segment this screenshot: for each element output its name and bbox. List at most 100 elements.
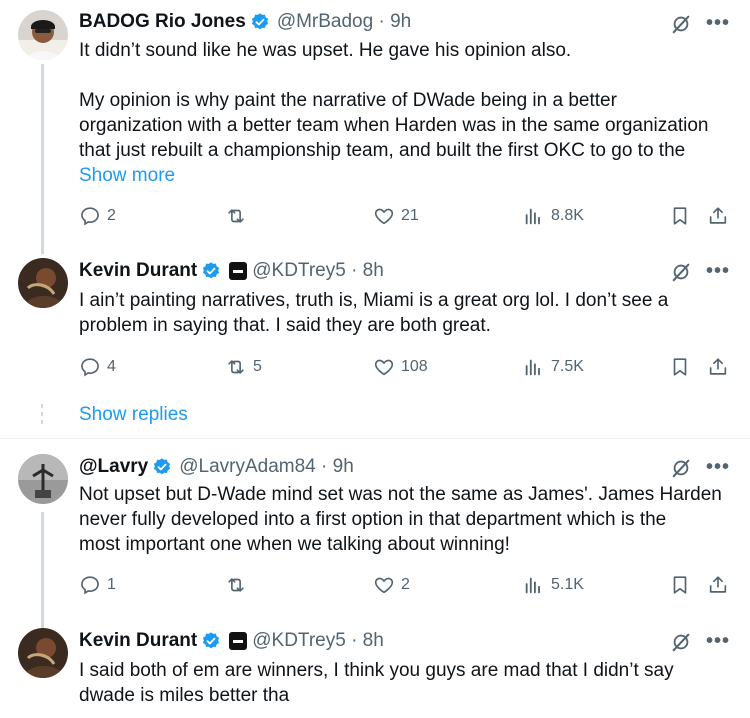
like-icon	[373, 574, 395, 596]
verified-badge-icon	[201, 631, 221, 651]
reply-icon	[79, 205, 101, 227]
tweet-text-line: I said both of em are winners, I think y…	[79, 660, 674, 681]
affiliation-badge-icon[interactable]	[229, 632, 248, 650]
tweet-text-line: that just rebuilt a championship team, a…	[79, 140, 686, 161]
grok-icon[interactable]	[670, 13, 692, 35]
handle-time[interactable]: @KDTrey5 · 8h	[252, 630, 384, 652]
display-name[interactable]: @Lavry	[79, 456, 148, 478]
reply-button[interactable]: 2	[79, 203, 116, 229]
more-icon[interactable]: •••	[706, 630, 730, 653]
bookmark-button[interactable]	[669, 203, 691, 229]
repost-count: 5	[253, 358, 262, 375]
avatar[interactable]	[18, 258, 68, 308]
tweet-header-icons: •••	[670, 630, 730, 653]
tweet-text: Not upset but D-Wade mind set was not th…	[79, 482, 729, 557]
views-count: 7.5K	[551, 358, 584, 375]
reply-count: 1	[107, 576, 116, 593]
tweet-badog[interactable]: BADOG Rio Jones @MrBadog · 9h ••• It did…	[0, 0, 750, 254]
repost-icon	[225, 574, 247, 596]
bookmark-button[interactable]	[669, 572, 691, 598]
tweet-lavry[interactable]: @Lavry @LavryAdam84 · 9h ••• Not upset b…	[0, 440, 750, 632]
views-count: 8.8K	[551, 207, 584, 224]
like-button[interactable]: 21	[373, 203, 419, 229]
tweet-text-line: problem in saying that. I said they are …	[79, 315, 491, 336]
tweet-header: BADOG Rio Jones @MrBadog · 9h	[79, 9, 411, 35]
tweet-text: I ain’t painting narratives, truth is, M…	[79, 288, 729, 338]
grok-icon[interactable]	[670, 457, 692, 479]
bookmark-icon	[669, 205, 691, 227]
handle-time[interactable]: @KDTrey5 · 8h	[252, 260, 384, 282]
avatar[interactable]	[18, 628, 68, 678]
handle-time[interactable]: @LavryAdam84 · 9h	[179, 456, 354, 478]
share-icon	[707, 205, 729, 227]
share-icon	[707, 356, 729, 378]
reply-icon	[79, 574, 101, 596]
views-button[interactable]: 8.8K	[523, 203, 584, 229]
views-icon	[523, 205, 545, 227]
action-bar: 4 5 108 7.5K	[79, 354, 729, 380]
verified-badge-icon	[201, 261, 221, 281]
avatar[interactable]	[18, 10, 68, 60]
reply-button[interactable]: 4	[79, 354, 116, 380]
tweet-text-line: organization with a better team when Har…	[79, 115, 709, 136]
divider	[0, 438, 750, 439]
action-bar: 1 2 5.1K	[79, 572, 729, 598]
tweet-header: Kevin Durant @KDTrey5 · 8h	[79, 628, 384, 654]
views-icon	[523, 574, 545, 596]
bookmark-button[interactable]	[669, 354, 691, 380]
more-icon[interactable]: •••	[706, 12, 730, 35]
tweet-text-line: never fully developed into a first optio…	[79, 509, 667, 530]
repost-button[interactable]	[225, 203, 253, 229]
more-icon[interactable]: •••	[706, 456, 730, 479]
views-count: 5.1K	[551, 576, 584, 593]
tweet-header-icons: •••	[670, 260, 730, 283]
reply-icon	[79, 356, 101, 378]
tweet-header: Kevin Durant @KDTrey5 · 8h	[79, 258, 384, 284]
share-button[interactable]	[707, 572, 729, 598]
like-count: 108	[401, 358, 428, 375]
repost-button[interactable]	[225, 572, 253, 598]
action-bar: 2 21 8.8K	[79, 203, 729, 229]
affiliation-badge-icon[interactable]	[229, 262, 248, 280]
tweet-text-line: My opinion is why paint the narrative of…	[79, 90, 617, 111]
repost-icon	[225, 356, 247, 378]
views-icon	[523, 356, 545, 378]
grok-icon[interactable]	[670, 631, 692, 653]
show-replies-link[interactable]: Show replies	[79, 404, 188, 426]
display-name[interactable]: Kevin Durant	[79, 630, 197, 652]
tweet-text-line: most important one when we talking about…	[79, 534, 510, 555]
handle-time[interactable]: @MrBadog · 9h	[277, 11, 411, 33]
reply-button[interactable]: 1	[79, 572, 116, 598]
repost-icon	[225, 205, 247, 227]
verified-badge-icon	[152, 457, 172, 477]
display-name[interactable]: BADOG Rio Jones	[79, 11, 246, 33]
like-count: 21	[401, 207, 419, 224]
grok-icon[interactable]	[670, 261, 692, 283]
more-icon[interactable]: •••	[706, 260, 730, 283]
avatar[interactable]	[18, 454, 68, 504]
tweet-text-line: It didn’t sound like he was upset. He ga…	[79, 40, 572, 61]
like-icon	[373, 356, 395, 378]
watermark-blur	[300, 686, 470, 710]
reply-count: 4	[107, 358, 116, 375]
views-button[interactable]: 5.1K	[523, 572, 584, 598]
verified-badge-icon	[250, 12, 270, 32]
like-count: 2	[401, 576, 410, 593]
thread-dots	[41, 404, 44, 428]
tweet-header: @Lavry @LavryAdam84 · 9h	[79, 454, 354, 480]
tweet-text-line: Not upset but D-Wade mind set was not th…	[79, 484, 722, 505]
like-icon	[373, 205, 395, 227]
share-button[interactable]	[707, 203, 729, 229]
like-button[interactable]: 108	[373, 354, 428, 380]
tweet-text: It didn’t sound like he was upset. He ga…	[79, 38, 729, 188]
repost-button[interactable]: 5	[225, 354, 262, 380]
share-icon	[707, 574, 729, 596]
share-button[interactable]	[707, 354, 729, 380]
show-more-link[interactable]: Show more	[79, 163, 729, 188]
display-name[interactable]: Kevin Durant	[79, 260, 197, 282]
reply-count: 2	[107, 207, 116, 224]
bookmark-icon	[669, 574, 691, 596]
views-button[interactable]: 7.5K	[523, 354, 584, 380]
tweet-header-icons: •••	[670, 12, 730, 35]
like-button[interactable]: 2	[373, 572, 410, 598]
